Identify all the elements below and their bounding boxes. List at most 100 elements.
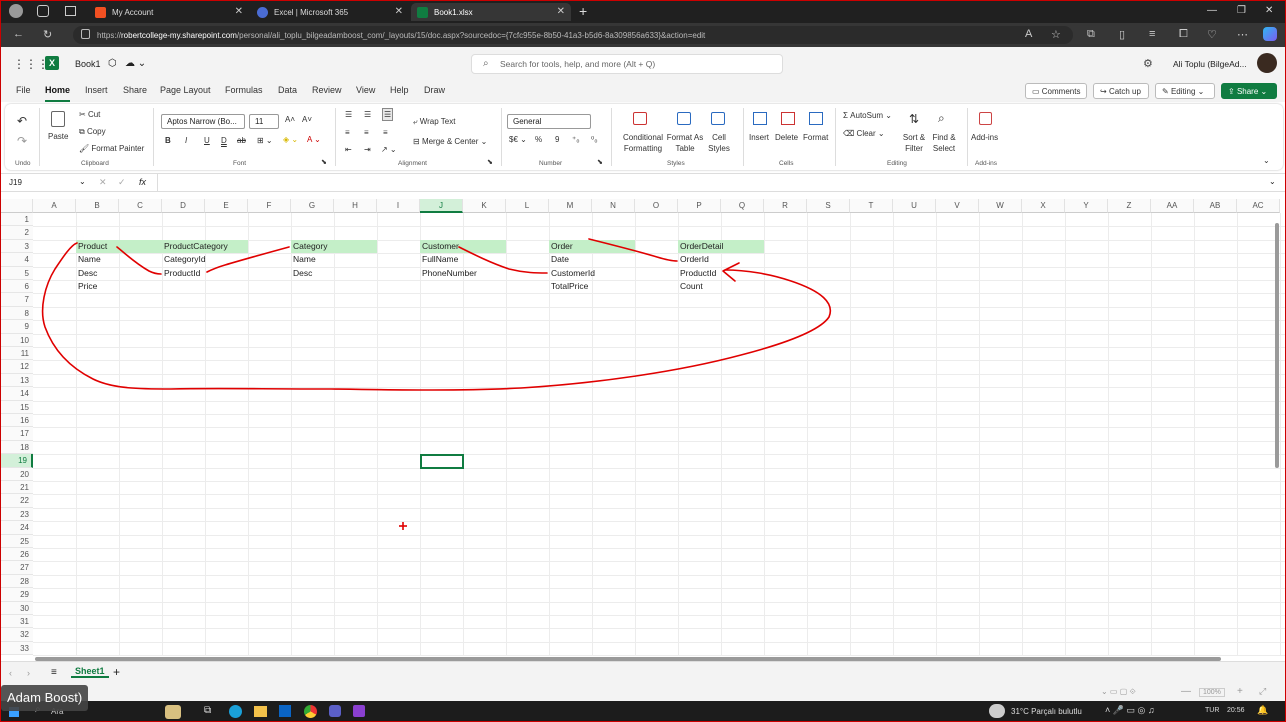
tab-excel-m365[interactable]: Excel | Microsoft 365 ✕: [251, 3, 409, 21]
align-right-icon[interactable]: ≡: [383, 128, 388, 137]
new-tab-icon[interactable]: +: [579, 3, 587, 19]
find-select-icon[interactable]: ⌕: [938, 111, 945, 126]
row-header-16[interactable]: 16: [1, 414, 33, 428]
column-header-y[interactable]: Y: [1065, 199, 1108, 213]
undo-icon[interactable]: ↶: [17, 114, 27, 128]
avatar[interactable]: [1257, 53, 1277, 73]
delete-cells-button[interactable]: Delete: [775, 133, 798, 142]
row-header-24[interactable]: 24: [1, 521, 33, 535]
more-icon[interactable]: ⋯: [1237, 28, 1248, 41]
row-header-9[interactable]: 9: [1, 320, 33, 334]
edge-icon[interactable]: [229, 705, 242, 718]
format-painter-button[interactable]: 🖌 Format Painter: [79, 144, 144, 153]
vertical-scrollbar[interactable]: [1275, 223, 1279, 468]
align-center-icon[interactable]: ≡: [364, 128, 369, 137]
spreadsheet-grid[interactable]: A B C D E F G H I J K L M N O P Q R S T U V W X Y Z AA AB AC 1 2 3 4 5 6 7 8…: [1, 199, 1285, 657]
redo-icon[interactable]: ↷: [17, 134, 27, 148]
refresh-icon[interactable]: ↻: [43, 28, 52, 41]
sheet-options-icon[interactable]: [1, 192, 1285, 199]
column-header-i[interactable]: I: [377, 199, 420, 213]
decrease-decimal-icon[interactable]: ⁰₀: [591, 135, 598, 144]
browser-essentials-icon[interactable]: ♡: [1207, 28, 1217, 41]
column-header-h[interactable]: H: [334, 199, 377, 213]
merge-center-button[interactable]: ⊟ Merge & Center ⌄: [413, 137, 487, 146]
increase-decimal-icon[interactable]: ⁺₀: [572, 135, 580, 144]
shrink-font-icon[interactable]: A˅: [302, 115, 312, 124]
copy-button[interactable]: ⧉ Copy: [79, 127, 106, 137]
menu-page-layout[interactable]: Page Layout: [160, 85, 211, 95]
menu-data[interactable]: Data: [278, 85, 297, 95]
menu-view[interactable]: View: [356, 85, 375, 95]
font-color-icon[interactable]: A ⌄: [307, 135, 321, 144]
row-header-14[interactable]: 14: [1, 387, 33, 401]
autosave-icon[interactable]: ☁ ⌄: [125, 58, 146, 69]
outlook-icon[interactable]: [279, 705, 291, 717]
row-header-26[interactable]: 26: [1, 548, 33, 562]
addins-icon[interactable]: [979, 112, 992, 125]
row-header-25[interactable]: 25: [1, 534, 33, 548]
underline-icon[interactable]: U: [204, 136, 210, 145]
row-header-7[interactable]: 7: [1, 293, 33, 307]
column-header-d[interactable]: D: [162, 199, 205, 213]
horizontal-scrollbar[interactable]: [35, 657, 1221, 661]
notifications-icon[interactable]: 🔔: [1257, 705, 1268, 716]
column-header-b[interactable]: B: [76, 199, 119, 213]
table-header-cell[interactable]: Category: [291, 240, 377, 253]
strikethrough-icon[interactable]: ab: [237, 136, 246, 145]
cell[interactable]: OrderId: [678, 253, 764, 266]
row-header-6[interactable]: 6: [1, 280, 33, 294]
comma-icon[interactable]: 9: [555, 135, 559, 144]
sheet-tab-sheet1[interactable]: Sheet1: [71, 666, 109, 678]
format-as-table-icon[interactable]: [677, 112, 691, 125]
all-sheets-icon[interactable]: ≡: [51, 667, 57, 678]
document-title[interactable]: Book1: [75, 59, 101, 69]
column-header-z[interactable]: Z: [1108, 199, 1151, 213]
table-header-cell[interactable]: ProductCategory: [162, 240, 248, 253]
conditional-formatting-button[interactable]: Conditional Formatting: [617, 132, 669, 154]
format-cells-button[interactable]: Format: [803, 133, 828, 142]
favorites-bar-icon[interactable]: ≡: [1149, 28, 1155, 40]
column-header-l[interactable]: L: [506, 199, 549, 213]
menu-draw[interactable]: Draw: [424, 85, 445, 95]
row-header-8[interactable]: 8: [1, 306, 33, 321]
column-header-e[interactable]: E: [205, 199, 248, 213]
prev-sheet-icon[interactable]: ‹: [9, 668, 12, 678]
menu-formulas[interactable]: Formulas: [225, 85, 263, 95]
row-header-13[interactable]: 13: [1, 373, 33, 388]
increase-indent-icon[interactable]: ⇥: [364, 145, 371, 154]
column-header-w[interactable]: W: [979, 199, 1022, 213]
format-as-table-button[interactable]: Format As Table: [665, 132, 705, 154]
table-header-cell[interactable]: Product: [76, 240, 162, 253]
zoom-in-icon[interactable]: +: [1237, 686, 1243, 697]
column-header-t[interactable]: T: [850, 199, 893, 213]
clock[interactable]: 20:56: [1227, 707, 1245, 714]
visual-studio-icon[interactable]: [353, 705, 365, 717]
normal-view-icon[interactable]: ⌄ ▭ ▢ ⟐: [1101, 687, 1136, 697]
fit-icon[interactable]: ⤢: [1259, 686, 1266, 697]
column-header-ab[interactable]: AB: [1194, 199, 1237, 213]
search-input[interactable]: Search for tools, help, and more (Alt + …: [471, 54, 783, 74]
column-header-r[interactable]: R: [764, 199, 807, 213]
formula-input[interactable]: [157, 174, 1265, 191]
row-header-31[interactable]: 31: [1, 615, 33, 629]
table-header-cell[interactable]: Order: [549, 240, 635, 253]
copilot-icon[interactable]: [1263, 27, 1277, 41]
site-info-icon[interactable]: [81, 29, 90, 39]
menu-review[interactable]: Review: [312, 85, 342, 95]
workspaces-icon[interactable]: [37, 5, 49, 17]
addins-button[interactable]: Add-ins: [971, 133, 998, 142]
insert-cells-icon[interactable]: [753, 112, 767, 125]
menu-insert[interactable]: Insert: [85, 85, 108, 95]
next-sheet-icon[interactable]: ›: [27, 668, 30, 678]
share-button[interactable]: ⇪ Share ⌄: [1221, 83, 1277, 99]
cell[interactable]: ProductId: [678, 267, 764, 280]
menu-file[interactable]: File: [16, 85, 31, 95]
row-header-20[interactable]: 20: [1, 467, 33, 481]
row-header-30[interactable]: 30: [1, 601, 33, 615]
collections-icon[interactable]: ⧠: [1179, 28, 1188, 41]
split-screen-icon[interactable]: ▯: [1119, 28, 1125, 41]
user-name[interactable]: Ali Toplu (BilgeAd...: [1173, 59, 1247, 69]
cell-styles-button[interactable]: Cell Styles: [703, 132, 735, 154]
row-header-19[interactable]: 19: [1, 454, 33, 468]
font-name-select[interactable]: Aptos Narrow (Bo...: [161, 114, 245, 129]
